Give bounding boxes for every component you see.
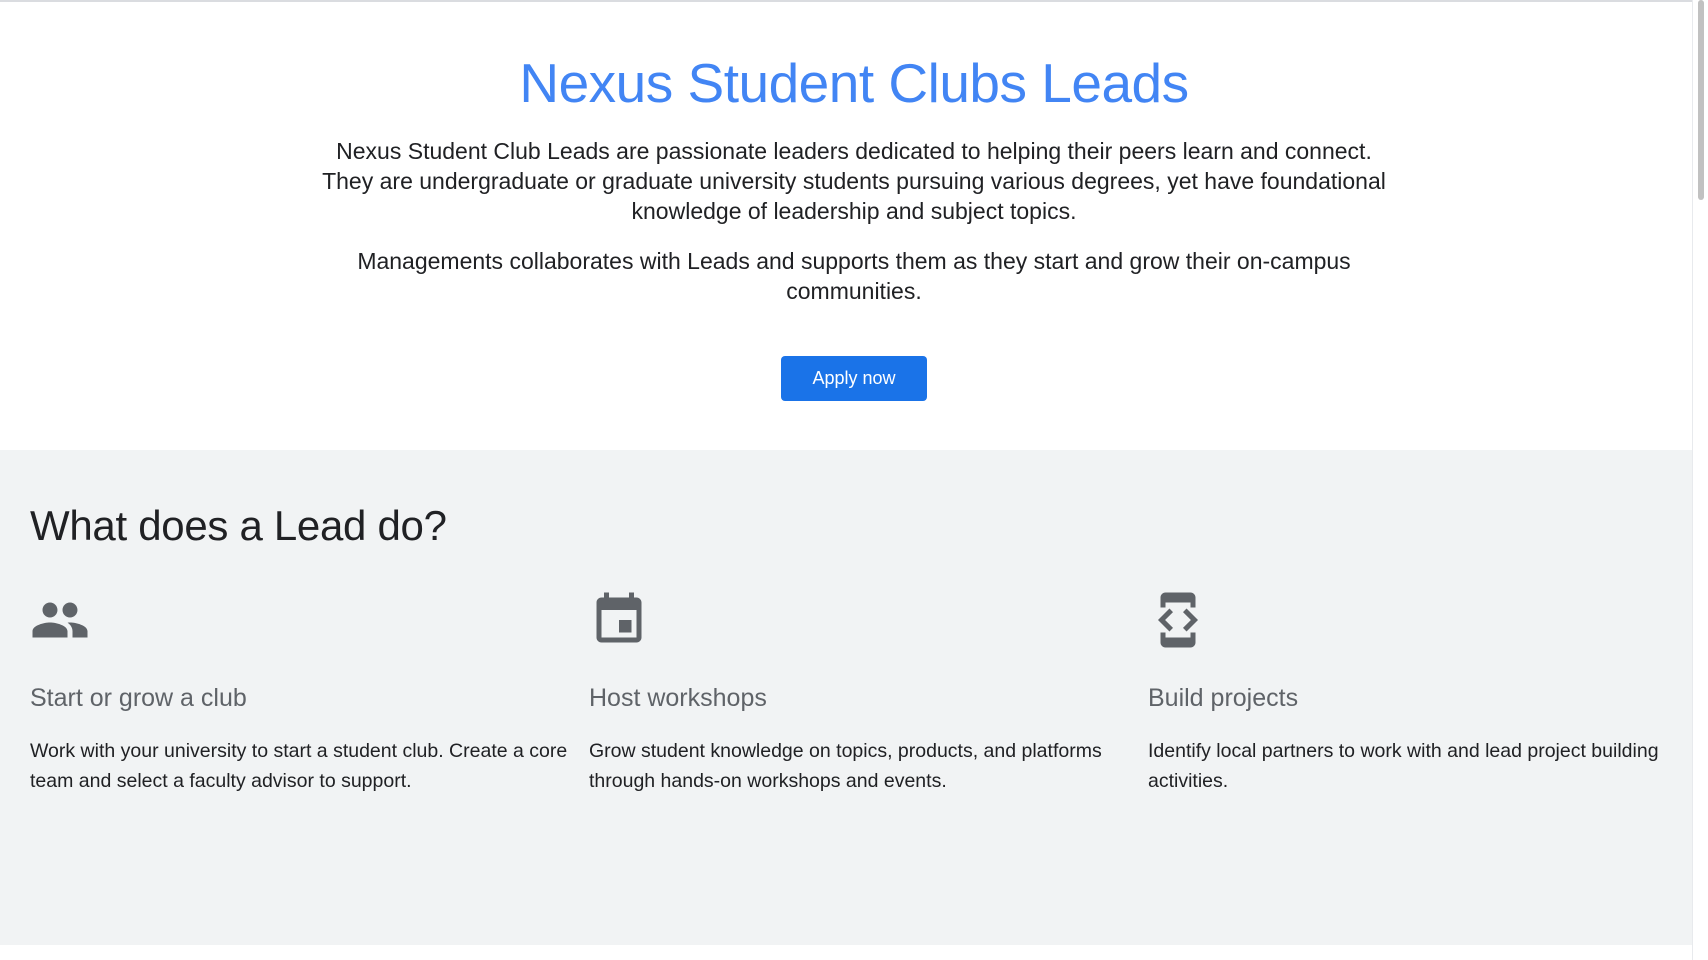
people-icon	[30, 590, 90, 650]
feature-description: Work with your university to start a stu…	[30, 740, 568, 792]
scrollbar-thumb[interactable]	[1698, 0, 1704, 200]
feature-description: Identify local partners to work with and…	[1148, 740, 1659, 792]
apply-now-button[interactable]: Apply now	[781, 356, 927, 401]
hero-description: Nexus Student Club Leads are passionate …	[322, 138, 1386, 224]
features-heading: What does a Lead do?	[30, 502, 447, 549]
browser-viewport: Nexus Student Clubs Leads Nexus Student …	[0, 0, 1708, 960]
page-title: Nexus Student Clubs Leads	[519, 52, 1189, 114]
feature-title: Host workshops	[589, 684, 767, 712]
hero-description-secondary: Managements collaborates with Leads and …	[357, 248, 1351, 304]
vertical-scrollbar[interactable]	[1692, 0, 1708, 960]
feature-description: Grow student knowledge on topics, produc…	[589, 740, 1102, 792]
feature-title: Start or grow a club	[30, 684, 247, 712]
top-divider	[0, 0, 1708, 2]
feature-title: Build projects	[1148, 684, 1299, 712]
page: Nexus Student Clubs Leads Nexus Student …	[0, 0, 1692, 960]
hero-section: Nexus Student Clubs Leads Nexus Student …	[0, 0, 1692, 450]
developer-mode-icon	[1148, 590, 1208, 650]
calendar-icon	[589, 590, 649, 650]
